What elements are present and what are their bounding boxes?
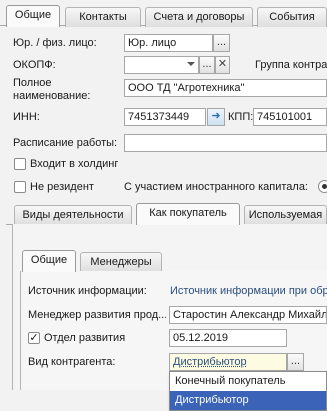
tab-contacts[interactable]: Контакты: [65, 7, 141, 27]
legal-type-label: Юр. / физ. лицо:: [13, 37, 97, 49]
arrow-right-icon: ➜: [211, 110, 221, 122]
holding-label: Входит в холдинг: [30, 158, 119, 170]
kpp-field[interactable]: 745101001: [253, 108, 327, 126]
inn-lookup-button[interactable]: ➜: [207, 108, 225, 126]
chevron-down-icon: [186, 62, 195, 67]
full-name-field[interactable]: ООО ТД "Агротехника": [124, 79, 327, 97]
dept-label: Отдел развития: [44, 332, 126, 344]
legal-type-select-button[interactable]: ...: [213, 34, 230, 52]
source-label: Источник информации:: [28, 285, 147, 297]
okopf-label: ОКОПФ:: [13, 59, 56, 71]
kind-field[interactable]: Дистрибьютор: [169, 353, 287, 371]
tab-activity-types[interactable]: Виды деятельности: [14, 205, 132, 225]
kind-label: Вид контрагента:: [28, 356, 116, 368]
close-icon: ✕: [217, 58, 228, 70]
source-link[interactable]: Источник информации при обра: [170, 285, 327, 297]
tab-events[interactable]: События: [257, 7, 327, 27]
kpp-label: КПП:: [228, 111, 254, 123]
manager-field[interactable]: Старостин Александр Михайло: [169, 306, 327, 324]
full-name-label-line2: наименование:: [13, 90, 91, 102]
okopf-clear-button[interactable]: ✕: [215, 56, 230, 74]
schedule-label: Расписание работы:: [13, 137, 118, 149]
foreign-capital-radio[interactable]: [318, 180, 327, 193]
tab-used[interactable]: Используемая: [244, 205, 327, 225]
tab-accounts-contracts[interactable]: Счета и договоры: [145, 7, 253, 27]
nonresident-checkbox[interactable]: [14, 181, 26, 193]
nonresident-label: Не резидент: [30, 181, 94, 193]
manager-label: Менеджер развития прод...: [28, 309, 166, 321]
group-label: Группа контра: [255, 59, 327, 71]
schedule-field[interactable]: [124, 134, 327, 152]
okopf-select-button[interactable]: ...: [199, 56, 215, 74]
tab-general[interactable]: Общие: [6, 5, 60, 27]
kind-option-distributor[interactable]: Дистрибьютор: [170, 391, 326, 410]
holding-checkbox[interactable]: [14, 158, 26, 170]
check-icon: ✓: [29, 332, 39, 344]
inn-label: ИНН:: [13, 111, 40, 123]
kind-select-button[interactable]: ...: [287, 353, 304, 371]
kind-option-end-buyer[interactable]: Конечный покупатель: [170, 372, 326, 391]
dept-checkbox[interactable]: ✓: [28, 332, 40, 344]
foreign-capital-label: С участием иностранного капитала:: [124, 181, 308, 193]
inn-field[interactable]: 7451373449: [124, 108, 206, 126]
full-name-label-line1: Полное: [13, 77, 52, 89]
legal-type-field[interactable]: Юр. лицо: [124, 34, 213, 52]
tab-inner-general[interactable]: Общие: [22, 250, 76, 272]
tab-as-buyer[interactable]: Как покупатель: [136, 203, 240, 225]
okopf-dropdown-button[interactable]: [183, 56, 199, 74]
dept-date-field[interactable]: 05.12.2019: [169, 329, 287, 347]
kind-field-value: Дистрибьютор: [173, 356, 247, 368]
kind-dropdown-list: Конечный покупатель Дистрибьютор: [169, 371, 327, 411]
tab-managers[interactable]: Менеджеры: [80, 252, 162, 272]
